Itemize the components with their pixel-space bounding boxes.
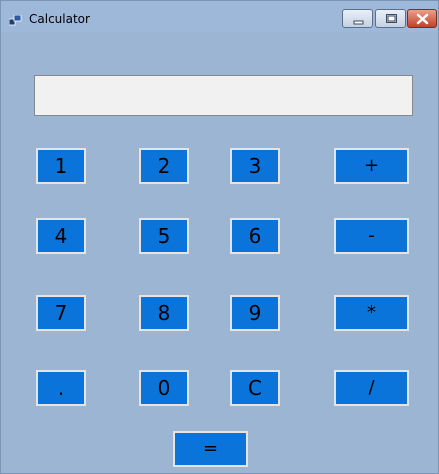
display-textbox[interactable] <box>34 75 413 116</box>
minimize-icon <box>353 20 364 25</box>
minimize-button[interactable] <box>342 9 373 28</box>
multiply-button[interactable]: * <box>334 295 409 331</box>
maximize-icon <box>386 14 397 23</box>
window-app-icon[interactable] <box>8 11 22 26</box>
plus-button[interactable]: + <box>334 148 409 184</box>
digit-7-button[interactable]: 7 <box>36 295 86 331</box>
close-icon <box>416 13 429 25</box>
title-bar[interactable]: Calculator <box>1 1 438 32</box>
digit-8-button[interactable]: 8 <box>139 295 189 331</box>
digit-4-button[interactable]: 4 <box>36 218 86 254</box>
digit-5-button[interactable]: 5 <box>139 218 189 254</box>
digit-6-button[interactable]: 6 <box>230 218 280 254</box>
minus-button[interactable]: - <box>334 218 409 254</box>
equals-button[interactable]: = <box>173 431 248 467</box>
close-button[interactable] <box>407 9 437 28</box>
divide-button[interactable]: / <box>334 370 409 406</box>
digit-2-button[interactable]: 2 <box>139 148 189 184</box>
digit-3-button[interactable]: 3 <box>230 148 280 184</box>
digit-1-button[interactable]: 1 <box>36 148 86 184</box>
decimal-point-button[interactable]: . <box>36 370 86 406</box>
window-title: Calculator <box>29 12 90 26</box>
calculator-window: Calculator 1 2 3 + 4 5 6 - 7 8 9 * . 0 C… <box>0 0 439 474</box>
digit-0-button[interactable]: 0 <box>139 370 189 406</box>
clear-button[interactable]: C <box>230 370 280 406</box>
digit-9-button[interactable]: 9 <box>230 295 280 331</box>
maximize-button[interactable] <box>375 9 406 28</box>
